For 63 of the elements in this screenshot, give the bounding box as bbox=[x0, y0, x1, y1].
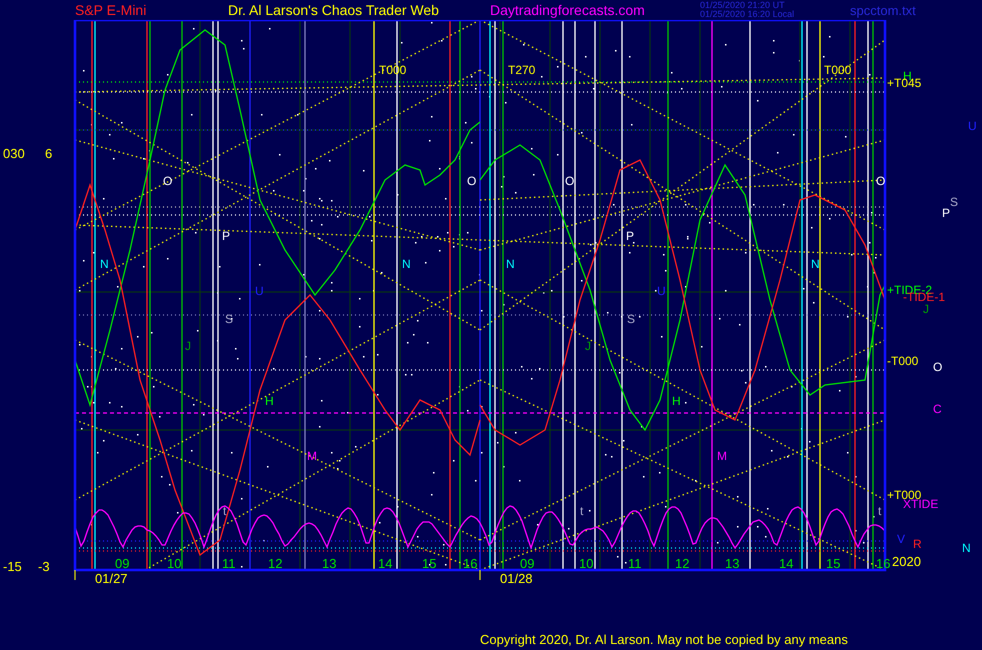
year-label: 2020 bbox=[892, 554, 921, 569]
chart-label: H bbox=[672, 394, 681, 408]
hour-label: 09 bbox=[520, 556, 534, 571]
chart-label: S bbox=[627, 312, 636, 326]
chart-label: U bbox=[657, 284, 666, 298]
chart-label: M bbox=[717, 449, 727, 463]
chart-label: C bbox=[933, 402, 942, 416]
chart-label: -T000 bbox=[887, 354, 918, 368]
chart-label: P bbox=[222, 229, 230, 243]
hour-label: 09 bbox=[115, 556, 130, 571]
chart-label: M bbox=[307, 449, 317, 463]
chart-label: t bbox=[878, 504, 882, 518]
axis-label: -3 bbox=[38, 559, 50, 574]
chart-label: P bbox=[626, 229, 634, 243]
chart-label: V bbox=[897, 532, 906, 546]
hour-label: 13 bbox=[725, 556, 740, 571]
timestamp: 01/25/2020 21:20 UT bbox=[700, 1, 786, 10]
date-label: 01/28 bbox=[500, 571, 533, 586]
chart-label: N bbox=[402, 257, 411, 271]
chart-label: O bbox=[933, 360, 942, 374]
file-name: spcctom.txt bbox=[850, 2, 917, 18]
axis-label: 6 bbox=[45, 146, 52, 161]
chart-label: P bbox=[942, 206, 950, 220]
axis-label: 030 bbox=[3, 146, 25, 161]
chart-label: N bbox=[100, 257, 109, 271]
hour-label: 16 bbox=[463, 556, 478, 571]
hour-label: 14 bbox=[378, 556, 392, 571]
chart-label: N bbox=[962, 541, 971, 555]
chart-label: J bbox=[185, 339, 191, 353]
chart-label: R bbox=[913, 537, 922, 551]
chart-label: J bbox=[923, 302, 929, 316]
chart-symbol: S&P E-Mini bbox=[75, 2, 148, 18]
chart-label: O bbox=[565, 174, 574, 188]
axis-label: -15 bbox=[3, 559, 22, 574]
chart-label: S bbox=[950, 195, 958, 209]
hour-label: 13 bbox=[322, 556, 336, 571]
chart-label: O bbox=[467, 174, 476, 188]
hour-label: 12 bbox=[268, 556, 282, 571]
hour-label: 11 bbox=[628, 556, 642, 571]
hour-label: 10 bbox=[579, 556, 594, 571]
hour-label: 15 bbox=[422, 556, 436, 571]
hour-label: 14 bbox=[779, 556, 794, 571]
date-label: 01/27 bbox=[95, 571, 128, 586]
hour-label: 11 bbox=[222, 556, 236, 571]
chart-label: N bbox=[811, 257, 820, 271]
chart-label: t bbox=[580, 504, 584, 518]
chart-label: t bbox=[223, 504, 226, 518]
chart-label: J bbox=[585, 339, 591, 353]
chart-label: U bbox=[968, 119, 977, 133]
site-title: Dr. Al Larson's Chaos Trader Web bbox=[228, 2, 440, 18]
chart-label: U bbox=[255, 284, 264, 298]
chart-label: N bbox=[506, 257, 515, 271]
chart-label: S bbox=[225, 312, 234, 326]
copyright-notice: Copyright 2020, Dr. Al Larson. May not be copied by any means bbox=[480, 632, 848, 647]
chart-label: T270 bbox=[508, 63, 536, 77]
site-address: Daytradingforecasts.com bbox=[490, 2, 646, 18]
hour-label: 15 bbox=[826, 556, 840, 571]
hour-label: 10 bbox=[167, 556, 182, 571]
hour-label: 12 bbox=[675, 556, 690, 571]
chart-label: H bbox=[265, 394, 274, 408]
timestamp: 01/25/2020 16:20 Local bbox=[700, 10, 796, 19]
chart-label: T000 bbox=[824, 63, 852, 77]
chart-label: O bbox=[163, 174, 172, 188]
